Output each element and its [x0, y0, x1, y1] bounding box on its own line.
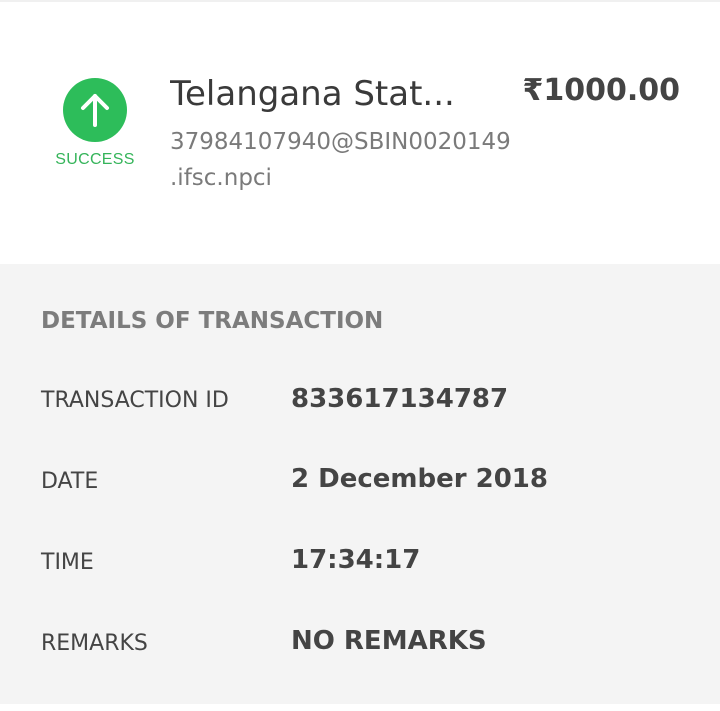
details-title: DETAILS OF TRANSACTION — [41, 308, 384, 334]
status-badge: SUCCESS — [55, 151, 135, 168]
top-divider — [0, 0, 720, 2]
date-value: 2 December 2018 — [291, 464, 548, 494]
time-value: 17:34:17 — [291, 545, 421, 575]
transaction-id-value: 833617134787 — [291, 384, 509, 414]
transaction-header: SUCCESS Telangana Stat... 37984107940@SB… — [0, 0, 720, 264]
payee-name: Telangana Stat... — [170, 74, 455, 114]
arrow-up-icon — [63, 78, 127, 142]
transaction-id-label: TRANSACTION ID — [41, 388, 229, 413]
remarks-value: NO REMARKS — [291, 626, 487, 656]
transaction-details-section: DETAILS OF TRANSACTION TRANSACTION ID 83… — [0, 264, 720, 704]
transaction-amount: ₹1000.00 — [522, 73, 680, 108]
bottom-divider — [0, 704, 720, 711]
transaction-receipt: SUCCESS Telangana Stat... 37984107940@SB… — [0, 0, 720, 711]
remarks-label: REMARKS — [41, 631, 148, 656]
date-label: DATE — [41, 469, 99, 494]
time-label: TIME — [41, 550, 94, 575]
payee-upi-id: 37984107940@SBIN0020149 .ifsc.npci — [170, 129, 511, 191]
